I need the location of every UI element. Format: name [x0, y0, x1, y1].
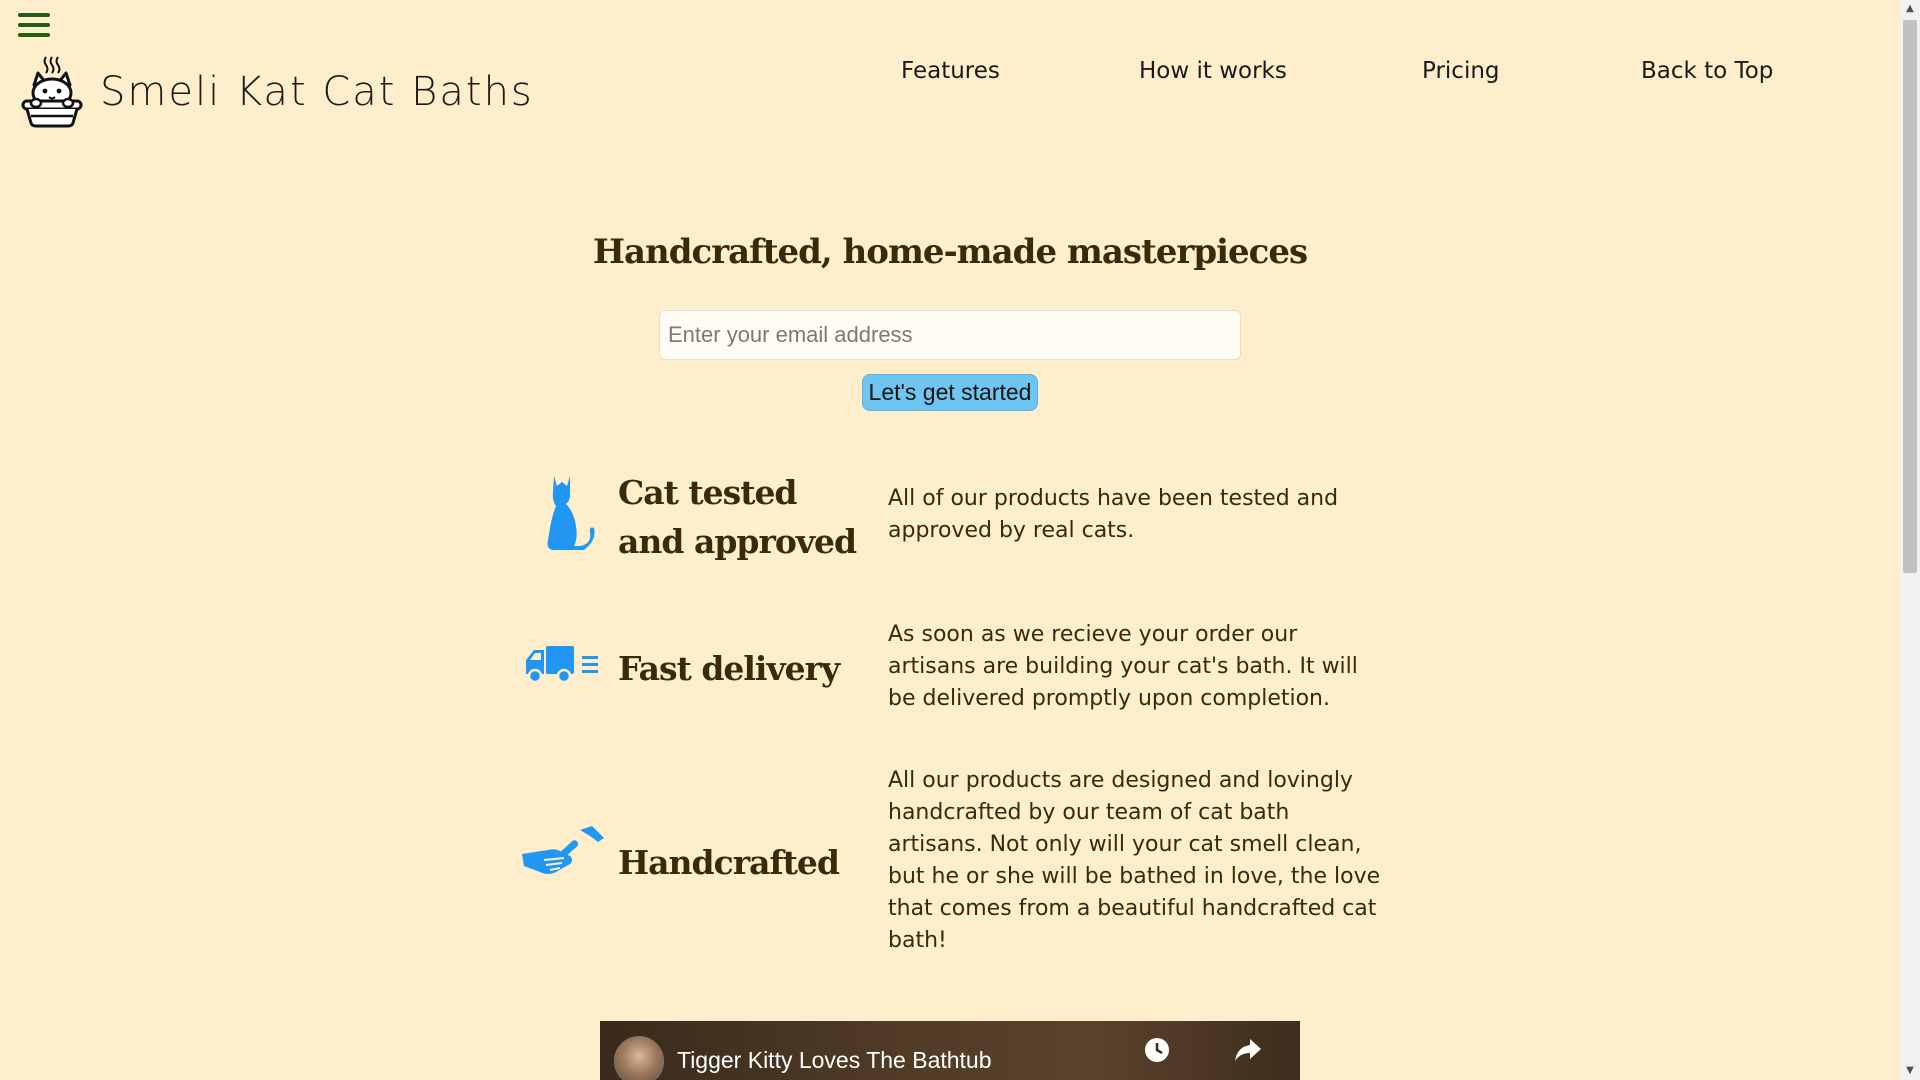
feature-title-fast-delivery: Fast delivery [618, 649, 840, 688]
cat-icon [540, 470, 600, 558]
delivery-truck-icon [524, 644, 600, 688]
hamburger-menu-icon[interactable] [18, 13, 50, 41]
email-input[interactable] [659, 310, 1241, 360]
scrollbar-thumb[interactable] [1903, 20, 1917, 573]
video-title[interactable]: Tigger Kitty Loves The Bathtub [677, 1047, 992, 1074]
watch-later-button[interactable] [1137, 1037, 1177, 1067]
main-nav: Features How it works Pricing Back to To… [0, 58, 1900, 88]
channel-avatar[interactable] [614, 1036, 664, 1080]
feature-desc-fast-delivery: As soon as we recieve your order our art… [888, 622, 1358, 711]
page: Smeli Kat Cat Baths Features How it work… [0, 0, 1920, 1080]
menu-bar-top [18, 13, 50, 17]
feature-desc-cat-tested: All of our products have been tested and… [888, 486, 1339, 543]
feature-title-cat-tested: Cat tested and approved [618, 473, 857, 561]
share-button[interactable] [1228, 1037, 1268, 1067]
nav-link-features[interactable]: Features [901, 58, 1000, 84]
menu-bar-bottom [18, 33, 50, 37]
nav-link-how-it-works[interactable]: How it works [1139, 58, 1287, 84]
feature-desc-handcrafted: All our products are designed and loving… [888, 768, 1381, 953]
hero-title: Handcrafted, home-made masterpieces [592, 232, 1308, 272]
embedded-video[interactable]: Tigger Kitty Loves The Bathtub [600, 1021, 1300, 1080]
clock-icon [1145, 1038, 1169, 1062]
nav-link-pricing[interactable]: Pricing [1422, 58, 1500, 84]
scroll-down-arrow-icon[interactable]: ▼ [1900, 1062, 1920, 1080]
share-arrow-icon [1235, 1039, 1261, 1061]
handshake-hammer-icon [520, 826, 606, 882]
nav-link-back-to-top[interactable]: Back to Top [1641, 58, 1773, 84]
page-scrollbar[interactable]: ▲ ▼ [1900, 0, 1920, 1080]
scroll-up-arrow-icon[interactable]: ▲ [1900, 0, 1920, 18]
menu-bar-middle [18, 23, 50, 27]
feature-title-handcrafted: Handcrafted [618, 843, 840, 882]
get-started-button[interactable]: Let's get started [862, 374, 1038, 411]
